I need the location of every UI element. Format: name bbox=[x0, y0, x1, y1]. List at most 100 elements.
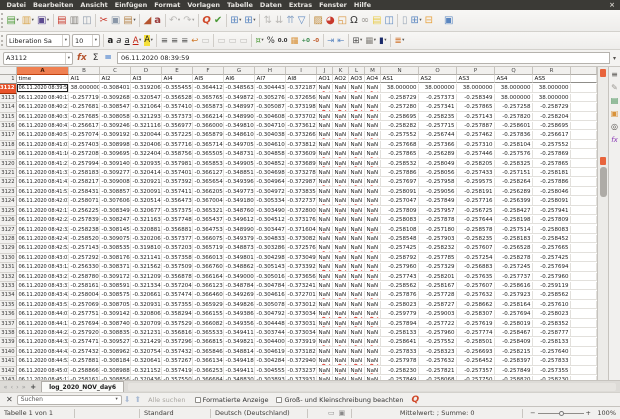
cell[interactable]: -0.258215 bbox=[495, 348, 533, 356]
cell[interactable]: NaN bbox=[333, 244, 349, 252]
cell[interactable]: 38.000000 bbox=[419, 84, 457, 92]
cell[interactable]: NaN bbox=[349, 357, 365, 365]
cell[interactable]: -0.357748 bbox=[162, 216, 193, 224]
increase-indent-icon[interactable]: ⇥ bbox=[326, 33, 336, 49]
zoom-in-icon[interactable]: + bbox=[586, 409, 591, 417]
cell[interactable]: NaN bbox=[317, 207, 333, 215]
styles-icon[interactable]: ▣ bbox=[609, 107, 620, 120]
cell[interactable]: -0.257681 bbox=[69, 103, 100, 111]
column-header-L[interactable]: L bbox=[349, 67, 365, 75]
menu-item-extras[interactable]: Extras bbox=[285, 1, 315, 9]
cell[interactable]: -0.258049 bbox=[419, 160, 457, 168]
row-header-3136[interactable]: 3136 bbox=[0, 310, 17, 319]
cell-time-3141[interactable]: 06.11.2020 08:44:52 bbox=[17, 357, 69, 365]
print-icon[interactable]: ▥ bbox=[68, 13, 80, 29]
cell[interactable]: -0.257258 bbox=[495, 103, 533, 111]
cell[interactable]: -0.256744 bbox=[419, 131, 457, 139]
cell[interactable]: -0.373689 bbox=[286, 160, 317, 168]
font-name-combo[interactable]: Liberation Sa ▾ bbox=[6, 34, 70, 47]
cell[interactable]: -0.357474 bbox=[162, 291, 193, 299]
cell[interactable]: -0.365533 bbox=[193, 329, 224, 337]
cell[interactable]: -0.258729 bbox=[381, 94, 419, 102]
cell[interactable]: -0.321141 bbox=[131, 254, 162, 262]
clone-formatting-icon[interactable]: ◢ bbox=[142, 13, 153, 29]
cell[interactable]: -0.308705 bbox=[100, 301, 131, 309]
cell[interactable]: -0.367004 bbox=[193, 197, 224, 205]
cell[interactable]: -0.349801 bbox=[224, 254, 255, 262]
cell-time-3132[interactable]: 06.11.2020 08:43:21 bbox=[17, 273, 69, 281]
cell[interactable]: -0.257849 bbox=[381, 376, 419, 380]
cell[interactable]: NaN bbox=[333, 310, 349, 318]
cell[interactable]: -0.365929 bbox=[193, 301, 224, 309]
cell[interactable]: -0.257751 bbox=[69, 310, 100, 318]
cell[interactable]: -0.258641 bbox=[381, 338, 419, 346]
cell[interactable]: NaN bbox=[365, 235, 381, 243]
clear-formatting-icon[interactable]: a bbox=[153, 13, 163, 29]
cell[interactable]: -0.257074 bbox=[69, 131, 100, 139]
cell[interactable]: -0.366253 bbox=[193, 367, 224, 375]
cell[interactable]: -0.258616 bbox=[495, 282, 533, 290]
selection-mode-icon[interactable]: ▭ bbox=[328, 409, 335, 417]
zoom-track[interactable] bbox=[538, 413, 584, 414]
menu-item-vorlagen[interactable]: Vorlagen bbox=[184, 1, 224, 9]
cell[interactable]: -0.304610 bbox=[255, 141, 286, 149]
cell[interactable]: -0.259779 bbox=[381, 310, 419, 318]
cell-empty[interactable] bbox=[571, 122, 597, 130]
cell[interactable]: -0.258431 bbox=[69, 188, 100, 196]
cell[interactable]: NaN bbox=[365, 141, 381, 149]
cell[interactable]: -0.357529 bbox=[162, 320, 193, 328]
cell-time-3127[interactable]: 06.11.2020 08:42:32 bbox=[17, 226, 69, 234]
cell[interactable]: -0.371604 bbox=[286, 226, 317, 234]
cell[interactable]: NaN bbox=[317, 94, 333, 102]
cell[interactable]: -0.258091 bbox=[533, 197, 571, 205]
cell[interactable]: NaN bbox=[317, 357, 333, 365]
cell-grid[interactable]: ABCDEFGHIJKLMNOPQR1timeAI1AI2AI3AI4AI5AI… bbox=[0, 67, 597, 380]
cell-time-3119[interactable]: 06.11.2020 08:41:10 bbox=[17, 150, 69, 158]
cell[interactable]: NaN bbox=[317, 178, 333, 186]
cell[interactable]: NaN bbox=[333, 376, 349, 380]
cell-empty[interactable] bbox=[571, 329, 597, 337]
insert-rows-icon[interactable]: ⊞▾ bbox=[229, 13, 243, 29]
cell[interactable]: -0.257245 bbox=[495, 263, 533, 271]
row-header-1[interactable]: 1 bbox=[0, 75, 17, 84]
cell[interactable]: -0.366075 bbox=[193, 235, 224, 243]
number-format-icon[interactable]: 0.0 bbox=[276, 33, 289, 49]
cell[interactable]: NaN bbox=[349, 84, 365, 92]
cell[interactable]: -0.257957 bbox=[419, 207, 457, 215]
cell[interactable]: -0.258071 bbox=[69, 197, 100, 205]
cell[interactable]: -0.358294 bbox=[162, 310, 193, 318]
cell[interactable]: -0.257151 bbox=[495, 169, 533, 177]
cell[interactable]: NaN bbox=[317, 226, 333, 234]
cell[interactable]: -0.357509 bbox=[162, 263, 193, 271]
cell[interactable]: NaN bbox=[365, 226, 381, 234]
cell[interactable]: -0.308857 bbox=[100, 188, 131, 196]
cell[interactable]: NaN bbox=[349, 103, 365, 111]
cell[interactable]: -0.257878 bbox=[419, 216, 457, 224]
cell[interactable]: NaN bbox=[365, 244, 381, 252]
cell[interactable]: -0.308058 bbox=[100, 113, 131, 121]
cell[interactable]: -0.357296 bbox=[162, 338, 193, 346]
cell[interactable]: -0.373392 bbox=[286, 263, 317, 271]
cell[interactable]: -0.257425 bbox=[533, 254, 571, 262]
row-header-3113[interactable]: 3113 bbox=[0, 94, 17, 103]
cell[interactable]: NaN bbox=[365, 150, 381, 158]
cell[interactable]: -0.365873 bbox=[193, 103, 224, 111]
cell[interactable]: -0.257809 bbox=[533, 216, 571, 224]
cell[interactable]: NaN bbox=[333, 301, 349, 309]
cell[interactable]: -0.309140 bbox=[100, 160, 131, 168]
cell[interactable]: -0.303893 bbox=[255, 376, 286, 380]
page-style[interactable]: Standard bbox=[144, 409, 206, 417]
cell[interactable]: -0.304792 bbox=[255, 310, 286, 318]
cell[interactable]: -0.256528 bbox=[495, 244, 533, 252]
cell-empty[interactable] bbox=[571, 376, 597, 380]
toolbar-grip[interactable] bbox=[1, 13, 4, 28]
cell[interactable]: -0.348814 bbox=[224, 348, 255, 356]
cell[interactable]: -0.373241 bbox=[286, 282, 317, 290]
cell[interactable]: -0.322404 bbox=[131, 150, 162, 158]
name-box[interactable]: A3112 ▾ bbox=[3, 52, 73, 65]
cell[interactable]: -0.257366 bbox=[419, 141, 457, 149]
select-all-corner[interactable] bbox=[0, 67, 17, 75]
cell[interactable]: -0.257923 bbox=[495, 291, 533, 299]
cell[interactable]: -0.320044 bbox=[131, 131, 162, 139]
cell[interactable]: -0.257632 bbox=[457, 291, 495, 299]
